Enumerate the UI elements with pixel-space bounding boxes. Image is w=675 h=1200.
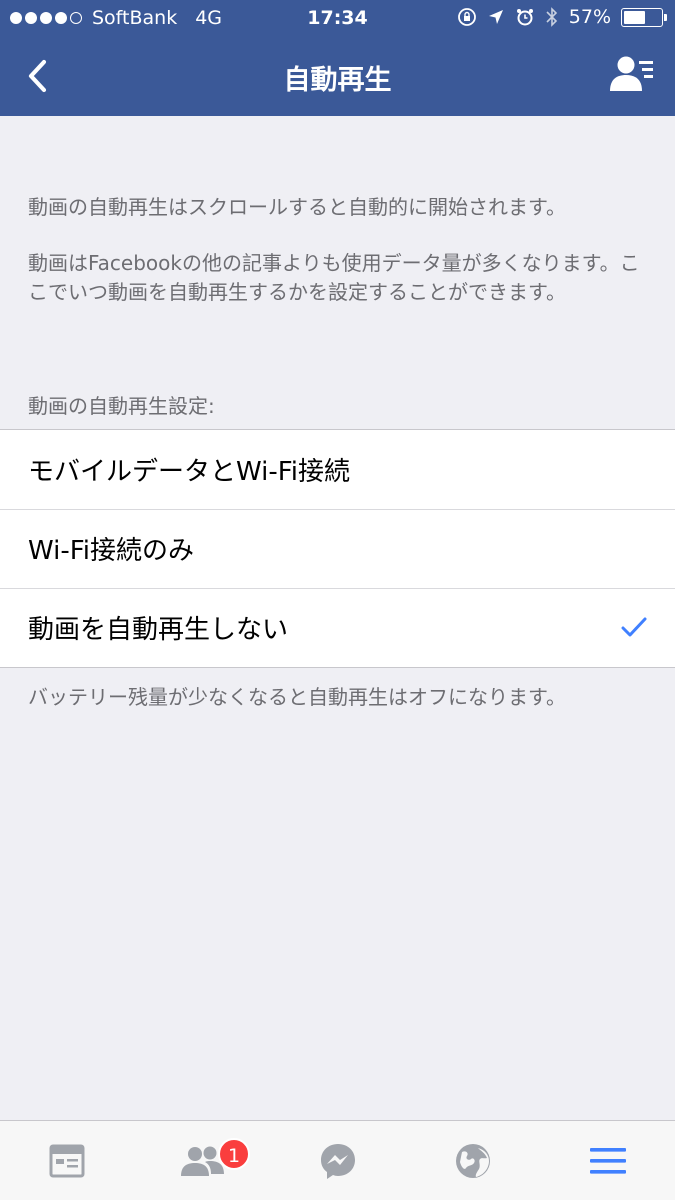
option-never-autoplay[interactable]: 動画を自動再生しない: [0, 588, 675, 667]
status-bar: SoftBank 4G 17:34 57%: [0, 0, 675, 38]
globe-icon: [456, 1144, 490, 1178]
tab-more[interactable]: [583, 1139, 633, 1183]
battery-note: バッテリー残量が少なくなると自動再生はオフになります。: [28, 685, 566, 709]
news-feed-icon: [49, 1144, 85, 1178]
tab-news-feed[interactable]: [42, 1139, 92, 1183]
header: SoftBank 4G 17:34 57% 自動再生: [0, 0, 675, 116]
friend-requests-badge: 1: [218, 1138, 250, 1170]
tab-bar: 1: [0, 1120, 675, 1200]
navigation-bar: 自動再生: [0, 38, 675, 116]
page-title: 自動再生: [283, 65, 392, 96]
option-mobile-and-wifi[interactable]: モバイルデータとWi-Fi接続: [0, 430, 675, 509]
status-right: 57%: [457, 6, 667, 28]
tab-messenger[interactable]: [313, 1139, 363, 1183]
alarm-icon: [516, 9, 533, 26]
data-usage-description: 動画はFacebookの他の記事よりも使用データ量が多くなります。ここでいつ動画…: [28, 251, 640, 304]
settings-section-header: 動画の自動再生設定:: [28, 394, 215, 418]
autoplay-options-list: モバイルデータとWi-Fi接続 Wi-Fi接続のみ 動画を自動再生しない: [0, 429, 675, 668]
messenger-icon: [321, 1144, 355, 1179]
tab-notifications[interactable]: [448, 1139, 498, 1183]
option-wifi-only[interactable]: Wi-Fi接続のみ: [0, 509, 675, 588]
battery-level: [624, 10, 645, 24]
option-label: 動画を自動再生しない: [28, 615, 289, 645]
option-label: モバイルデータとWi-Fi接続: [28, 457, 351, 487]
autoplay-description: 動画の自動再生はスクロールすると自動的に開始されます。: [28, 195, 566, 219]
battery-percent: 57%: [568, 6, 611, 28]
battery-icon: [621, 7, 667, 27]
checkmark-icon: [621, 617, 647, 637]
orientation-lock-icon: [457, 8, 476, 26]
profile-list-icon[interactable]: [609, 54, 655, 94]
location-arrow-icon: [488, 10, 503, 24]
menu-icon: [590, 1148, 626, 1174]
option-label: Wi-Fi接続のみ: [28, 536, 195, 566]
bluetooth-icon: [546, 7, 557, 27]
